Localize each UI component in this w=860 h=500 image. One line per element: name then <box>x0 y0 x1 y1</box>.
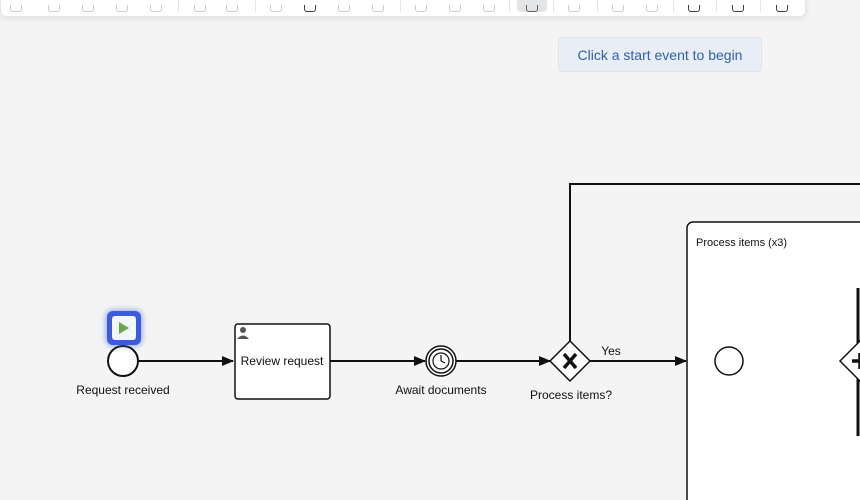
play-button[interactable] <box>106 310 142 346</box>
exclusive-gateway[interactable] <box>548 339 592 383</box>
subprocess-start-event[interactable] <box>714 346 744 376</box>
timer-event-label: Await documents <box>395 383 486 397</box>
timer-event[interactable] <box>425 345 457 377</box>
bpmn-canvas: Request received Review request Await do… <box>76 183 860 500</box>
yes-flow-label: Yes <box>601 344 621 358</box>
start-event[interactable] <box>107 345 139 377</box>
subprocess-title: Process items (x3) <box>696 237 787 249</box>
process-items-subprocess[interactable] <box>686 221 860 500</box>
gateway-label: Process items? <box>530 388 612 402</box>
start-event-label: Request received <box>76 383 169 397</box>
task-label: Review request <box>241 354 324 368</box>
